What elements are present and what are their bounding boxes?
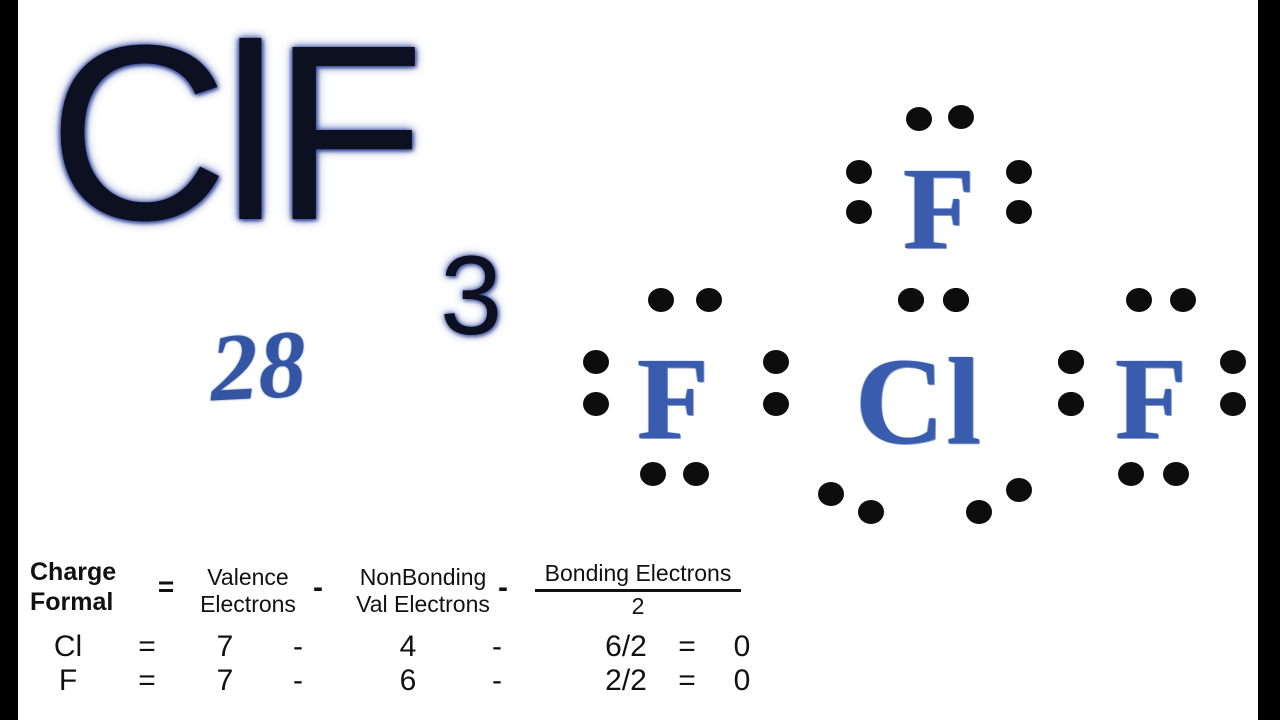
lewis-dot-structure: F F Cl F <box>18 0 1258 560</box>
row-equals-2: = <box>678 664 696 697</box>
row-equals-1: = <box>138 630 156 663</box>
formula-term-bonding-electrons-fraction: Bonding Electrons 2 <box>518 560 758 620</box>
electron-dot <box>1006 200 1032 224</box>
row-result: 0 <box>733 630 751 663</box>
electron-dot <box>1006 478 1032 502</box>
electron-dot <box>648 288 674 312</box>
nonbonding-line1: NonBonding <box>359 564 487 590</box>
screenshot-root: ClF 3 28 F F Cl F Charge Formal = Valenc… <box>0 0 1280 720</box>
row-bonding-half: 6/2 <box>605 630 647 663</box>
row-nonbonding: 4 <box>399 630 417 663</box>
row-minus-1: - <box>293 664 303 697</box>
nonbonding-line2: Val Electrons <box>356 591 490 618</box>
row-result: 0 <box>733 664 751 697</box>
electron-dot <box>858 500 884 524</box>
electron-dot <box>583 392 609 416</box>
row-equals-1: = <box>138 664 156 697</box>
row-atom-symbol: Cl <box>53 630 83 663</box>
valence-line2: Electrons <box>200 591 296 618</box>
whiteboard-canvas: ClF 3 28 F F Cl F Charge Formal = Valenc… <box>18 0 1258 720</box>
atom-label-chlorine-center: Cl <box>855 333 983 470</box>
row-nonbonding: 6 <box>399 664 417 697</box>
electron-dot <box>1006 160 1032 184</box>
electron-dot <box>763 392 789 416</box>
electron-dot <box>1058 350 1084 374</box>
electron-dot <box>1220 350 1246 374</box>
electron-dot <box>818 482 844 506</box>
electron-dot <box>1170 288 1196 312</box>
electron-dot <box>683 462 709 486</box>
fraction-numerator: Bonding Electrons <box>544 560 732 586</box>
atom-label-fluorine-left: F <box>636 333 710 464</box>
valence-line1: Valence <box>207 564 289 590</box>
electron-dot <box>696 288 722 312</box>
row-equals-2: = <box>678 630 696 663</box>
letterbox-bar-right <box>1258 0 1280 720</box>
electron-dot <box>846 160 872 184</box>
row-minus-2: - <box>492 664 502 697</box>
electron-dot <box>1126 288 1152 312</box>
electron-dot <box>1118 462 1144 486</box>
electron-dot <box>583 350 609 374</box>
row-atom-symbol: F <box>58 664 78 697</box>
atom-label-fluorine-right: F <box>1114 333 1188 464</box>
table-row: F = 7 - 6 - 2/2 = 0 <box>18 664 1258 698</box>
electron-dot <box>1163 462 1189 486</box>
formula-label-line1: Charge <box>30 558 117 586</box>
electron-dot <box>943 288 969 312</box>
row-valence: 7 <box>216 630 234 663</box>
electron-dot <box>1220 392 1246 416</box>
letterbox-bar-left <box>0 0 18 720</box>
row-valence: 7 <box>216 664 234 697</box>
electron-dot <box>948 105 974 129</box>
electron-dot <box>763 350 789 374</box>
electron-dot <box>906 107 932 131</box>
formula-minus-sign-2: - <box>498 571 508 604</box>
table-row: Cl = 7 - 4 - 6/2 = 0 <box>18 630 1258 664</box>
formal-charge-section: Charge Formal = Valence Electrons - NonB… <box>18 548 1258 720</box>
electron-dot <box>966 500 992 524</box>
formal-charge-formula: Charge Formal = Valence Electrons - NonB… <box>18 548 1258 620</box>
electron-dot <box>898 288 924 312</box>
atom-label-fluorine-top: F <box>902 143 976 274</box>
fraction-denominator: 2 <box>631 593 645 620</box>
electron-dot <box>640 462 666 486</box>
electron-dot <box>846 200 872 224</box>
row-minus-2: - <box>492 630 502 663</box>
row-bonding-half: 2/2 <box>605 664 647 697</box>
electron-dot <box>1058 392 1084 416</box>
row-minus-1: - <box>293 630 303 663</box>
formula-label-line2: Formal <box>30 587 114 616</box>
